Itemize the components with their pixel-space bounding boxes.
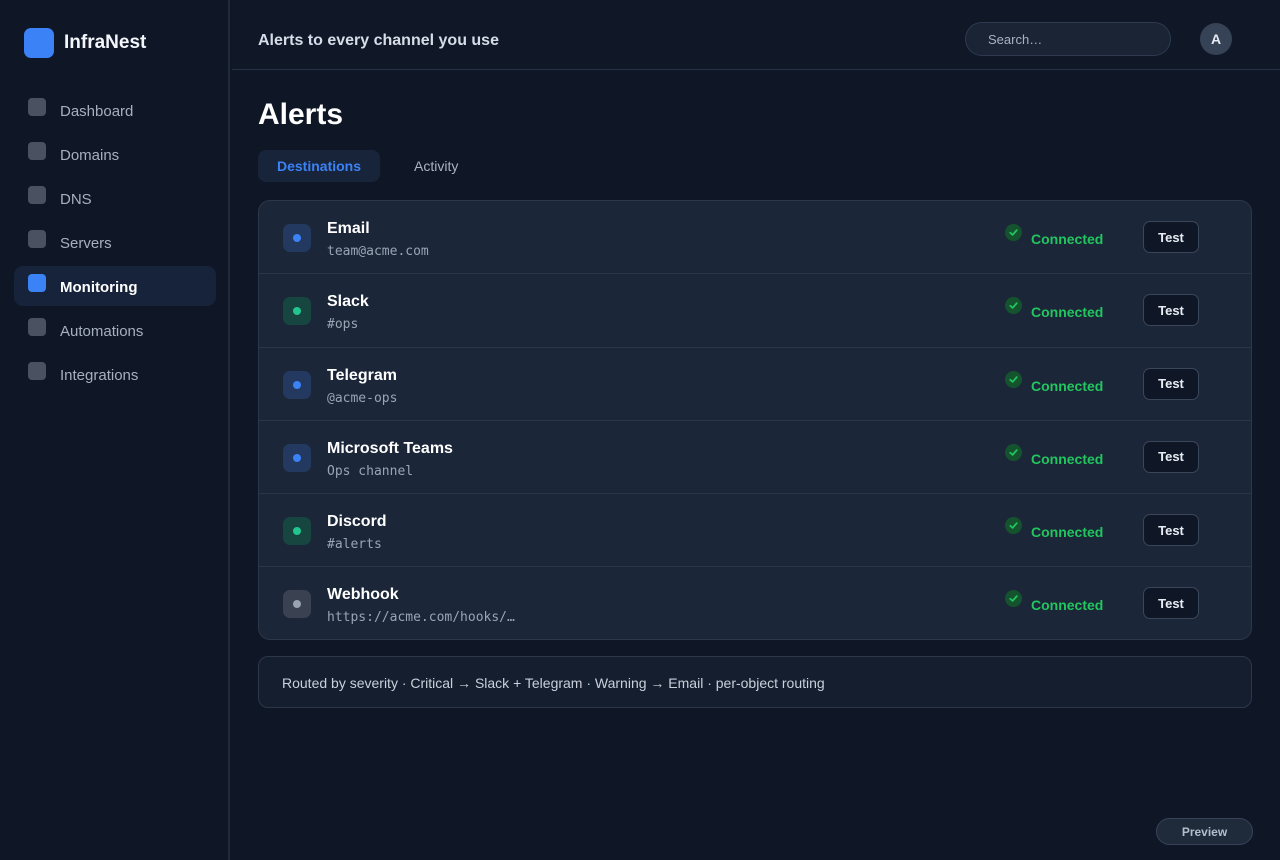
sidebar-item-label: Servers <box>60 235 112 252</box>
destination-name: Microsoft Teams <box>327 439 453 457</box>
monitoring-icon <box>28 274 46 292</box>
dns-icon <box>28 186 46 204</box>
destinations-list: Email team@acme.com Connected Test Slack #ops… <box>258 200 1252 640</box>
webhook-icon <box>283 590 311 619</box>
sidebar-item-servers[interactable]: Servers <box>14 222 216 262</box>
page-title: Alerts <box>258 98 344 131</box>
sidebar-item-label: Dashboard <box>60 103 134 120</box>
sidebar: InfraNest Dashboard Domains DNS Servers Moni… <box>0 0 230 860</box>
destination-row-discord: Discord #alerts Connected Test <box>259 494 1251 568</box>
check-circle-icon <box>1005 224 1022 241</box>
channel-dot-icon <box>293 527 301 536</box>
check-circle-icon <box>1005 517 1022 535</box>
check-circle-icon <box>1005 443 1022 461</box>
sidebar-item-domains[interactable]: Domains <box>14 134 216 174</box>
brand-name: InfraNest <box>64 32 147 53</box>
channel-dot-icon <box>293 307 301 316</box>
test-button[interactable]: Test <box>1143 294 1199 327</box>
brand[interactable]: InfraNest <box>24 28 146 58</box>
top-header: Alerts to every channel you use A <box>232 0 1280 70</box>
destination-detail: Ops channel <box>327 463 414 479</box>
routing-note: Routed by severity · Critical → Slack + … <box>258 656 1252 708</box>
destination-row-slack: Slack #ops Connected Test <box>259 274 1251 348</box>
sidebar-item-label: DNS <box>60 191 92 208</box>
destination-detail: #ops <box>327 317 359 333</box>
email-icon <box>283 224 311 252</box>
sidebar-nav: Dashboard Domains DNS Servers Monitoring Auto… <box>14 90 216 398</box>
test-button[interactable]: Test <box>1143 221 1199 253</box>
slack-icon <box>283 297 311 326</box>
destination-row-email: Email team@acme.com Connected Test <box>259 201 1251 275</box>
test-button[interactable]: Test <box>1143 514 1199 547</box>
avatar[interactable]: A <box>1200 23 1232 55</box>
test-button[interactable]: Test <box>1143 440 1199 473</box>
domains-icon <box>28 142 46 160</box>
status-badge: Connected <box>1031 304 1104 321</box>
tab-activity[interactable]: Activity <box>395 150 477 182</box>
telegram-icon <box>283 370 311 399</box>
microsoft-teams-icon <box>283 443 311 472</box>
app-root: InfraNest Dashboard Domains DNS Servers Moni… <box>0 0 1280 860</box>
automations-icon <box>28 318 46 336</box>
destination-detail: https://acme.com/hooks/… <box>327 610 515 626</box>
destination-name: Webhook <box>327 586 399 604</box>
destination-name: Telegram <box>327 366 397 384</box>
servers-icon <box>28 230 46 248</box>
status-badge: Connected <box>1031 597 1104 614</box>
destination-detail: @acme-ops <box>327 390 398 406</box>
destination-detail: team@acme.com <box>327 244 429 259</box>
test-button[interactable]: Test <box>1143 587 1199 620</box>
sidebar-item-label: Automations <box>60 323 144 340</box>
sidebar-item-integrations[interactable]: Integrations <box>14 354 216 394</box>
sidebar-item-automations[interactable]: Automations <box>14 310 216 350</box>
test-button[interactable]: Test <box>1143 367 1199 400</box>
channel-dot-icon <box>293 453 301 462</box>
brand-logo-icon <box>24 28 54 58</box>
discord-icon <box>283 517 311 546</box>
header-title: Alerts to every channel you use <box>258 32 499 49</box>
channel-dot-icon <box>293 380 301 389</box>
status-badge: Connected <box>1031 524 1104 541</box>
status-badge: Connected <box>1031 377 1104 394</box>
status-badge: Connected <box>1031 231 1104 247</box>
sidebar-item-label: Monitoring <box>60 279 138 296</box>
integrations-icon <box>28 362 46 380</box>
routing-note-text: Routed by severity · Critical → Slack + … <box>282 675 825 691</box>
preview-button[interactable]: Preview <box>1156 818 1253 845</box>
channel-dot-icon <box>293 234 301 242</box>
check-circle-icon <box>1005 370 1022 388</box>
sidebar-item-dns[interactable]: DNS <box>14 178 216 218</box>
check-circle-icon <box>1005 297 1022 315</box>
channel-dot-icon <box>293 600 301 609</box>
destination-detail: #alerts <box>327 537 382 553</box>
tab-destinations[interactable]: Destinations <box>258 150 381 182</box>
sidebar-item-monitoring[interactable]: Monitoring <box>14 266 216 306</box>
sidebar-item-label: Domains <box>60 147 120 164</box>
destination-row-microsoft-teams: Microsoft Teams Ops channel Connected Test <box>259 421 1251 495</box>
destination-name: Slack <box>327 293 369 311</box>
destination-name: Email <box>327 220 370 237</box>
destination-row-webhook: Webhook https://acme.com/hooks/… Connected… <box>259 567 1251 639</box>
tab-bar: Destinations Activity <box>258 150 477 182</box>
status-badge: Connected <box>1031 450 1104 467</box>
destination-row-telegram: Telegram @acme-ops Connected Test <box>259 348 1251 421</box>
search-input[interactable] <box>965 22 1171 56</box>
sidebar-item-dashboard[interactable]: Dashboard <box>14 90 216 130</box>
destination-name: Discord <box>327 513 387 531</box>
dashboard-icon <box>28 98 46 116</box>
sidebar-item-label: Integrations <box>60 367 139 384</box>
check-circle-icon <box>1005 590 1022 608</box>
